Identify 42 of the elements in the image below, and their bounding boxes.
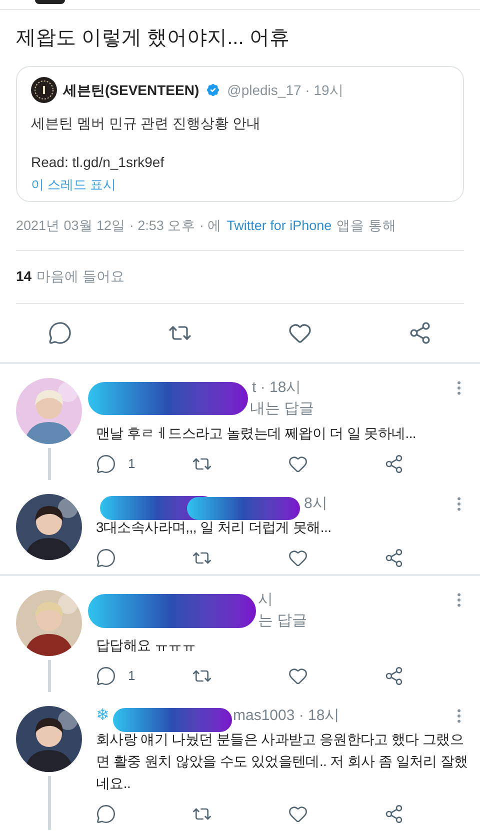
reply-text: 답답해요 ㅠㅠㅠ — [96, 636, 196, 655]
source-link[interactable]: Twitter for iPhone — [226, 216, 332, 236]
replying-to-text: 는 답글 — [258, 610, 308, 630]
reply-icon[interactable] — [96, 666, 116, 686]
quote-handle: @pledis_17 · 19시 — [227, 80, 344, 100]
avatar-edge-icon — [35, 0, 65, 4]
share-icon[interactable] — [408, 320, 432, 345]
reply-count: 1 — [128, 667, 136, 685]
quote-link-text: Read: tl.gd/n_1srk9ef — [31, 153, 166, 172]
likes-label: 마음에 들어요 — [36, 267, 124, 286]
timestamp: 2021년 03월 12일 · 2:53 오후 · 에 — [16, 216, 222, 234]
quote-author-name: 세븐틴(SEVENTEEN) — [63, 80, 200, 100]
reply-text: 맨날 후ㄹㅔ드스라고 놀렸는데 쩨왑이 더 일 못하네... — [96, 424, 418, 443]
verified-icon — [205, 82, 222, 98]
reply-text: 회사랑 얘기 나눴던 분들은 사과받고 응원한다고 했다 그랬으면 활중 원치 않았을 수도 있었을텐데.. 저 회사 좀 일처리 잘했네요.. — [96, 730, 468, 793]
logo-icon — [31, 77, 57, 103]
show-thread-link[interactable]: 이 스레드 표시 — [31, 175, 449, 194]
reply-icon[interactable] — [48, 320, 72, 345]
share-icon[interactable] — [384, 548, 404, 568]
replying-to-text: 내는 답글 — [250, 398, 314, 418]
reply-text: 3대소속사라며,,, 일 처리 더럽게 못해... — [96, 518, 332, 537]
reply-icon[interactable] — [96, 454, 116, 474]
quote-text: 세븐틴 멤버 민규 관련 진행상황 안내 — [31, 114, 262, 133]
share-icon[interactable] — [384, 454, 404, 474]
reply-count: 1 — [128, 455, 136, 473]
quote-card[interactable]: 세븐틴(SEVENTEEN) @pledis_17 · 19시 세븐틴 멤버 민규 관련 진행상황 안내 Read: tl.gd/n_1srk9ef 이 스레드 표시 — [16, 66, 464, 202]
likes-count: 14 — [16, 267, 32, 286]
reply-meta: 8시 — [304, 494, 328, 514]
snowflake-text: ❄ — [96, 706, 110, 726]
tweet-text: 제왑도 이렇게 했어야지... 어휴 — [16, 26, 290, 51]
like-icon[interactable] — [288, 666, 308, 686]
reply-meta: mas1003 · 18시 — [233, 706, 340, 726]
share-icon[interactable] — [384, 666, 404, 686]
source-suffix: 앱을 통해 — [336, 216, 396, 234]
share-icon[interactable] — [384, 804, 404, 824]
reply-meta: 시 — [258, 590, 273, 610]
reply-icon[interactable] — [96, 804, 116, 824]
like-icon[interactable] — [288, 548, 308, 568]
like-icon[interactable] — [288, 454, 308, 474]
reply-meta: t · 18시 — [252, 378, 302, 398]
reply-icon[interactable] — [96, 548, 116, 568]
like-icon[interactable] — [288, 804, 308, 824]
